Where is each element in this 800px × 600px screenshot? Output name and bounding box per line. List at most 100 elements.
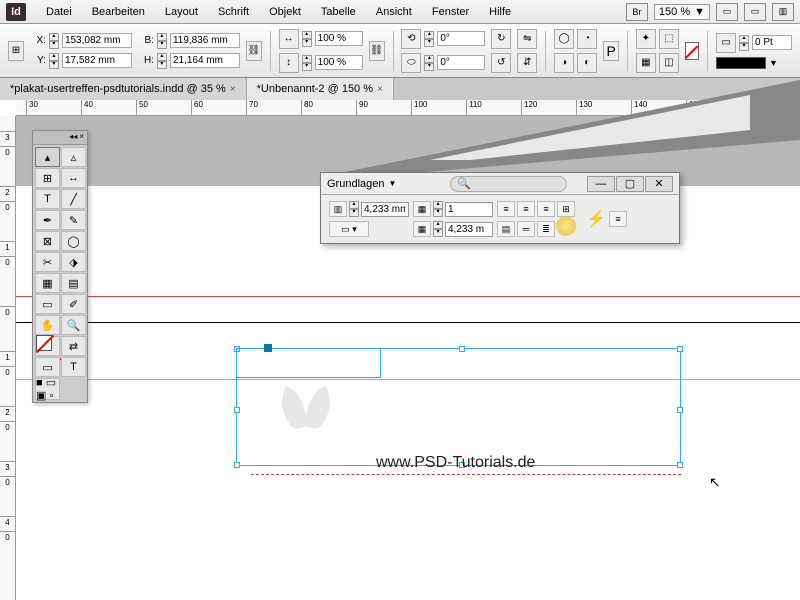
menu-objekt[interactable]: Objekt [259, 6, 311, 18]
hand-tool[interactable]: ✋ [35, 315, 60, 335]
fill-stroke-toggle[interactable] [35, 336, 60, 356]
anchor-point[interactable] [264, 344, 272, 352]
menu-hilfe[interactable]: Hilfe [479, 6, 521, 18]
h-up[interactable]: ▴ [157, 53, 167, 61]
resize-handle[interactable] [677, 346, 683, 352]
rotate-cw-button[interactable]: ↻ [491, 29, 511, 49]
close-icon[interactable]: × [230, 84, 236, 95]
eyedropper-tool[interactable]: ✐ [61, 294, 86, 314]
gutter-field[interactable] [361, 202, 409, 217]
resize-handle[interactable] [234, 407, 240, 413]
align-1[interactable]: ≡ [497, 201, 515, 217]
pathfinder-2[interactable]: ◔ [577, 29, 597, 49]
direct-selection-tool[interactable]: ▵ [61, 147, 86, 167]
fill-none-swatch[interactable] [685, 42, 699, 60]
align-7[interactable]: ≣ [537, 221, 555, 237]
y-field[interactable] [62, 53, 132, 68]
toolbox-header[interactable]: ◂◂× [33, 131, 87, 145]
toolbox-panel[interactable]: ◂◂× ▴ ▵ ⊞ ↔ T ╱ ✒ ✎ ⊠ ◯ ✂ ⬗ ▦ ▤ ▭ ✐ ✋ 🔍 … [32, 130, 88, 403]
rotate-field[interactable] [437, 31, 485, 46]
maximize-button[interactable]: ▢ [616, 176, 644, 192]
dropdown-icon[interactable]: ▭ ▾ [329, 221, 369, 237]
swap-fill-stroke[interactable]: ⇄ [61, 336, 86, 356]
gap-tool[interactable]: ↔ [61, 168, 86, 188]
inner-frame[interactable] [236, 348, 381, 378]
gradient-feather-tool[interactable]: ▤ [61, 273, 86, 293]
align-2[interactable]: ≡ [517, 201, 535, 217]
panel-menu-icon[interactable]: ≡ [609, 211, 627, 227]
x-up[interactable]: ▴ [49, 33, 59, 41]
flip-h-button[interactable]: ⇋ [517, 29, 537, 49]
resize-handle[interactable] [677, 407, 683, 413]
menu-tabelle[interactable]: Tabelle [311, 6, 366, 18]
effects-1[interactable]: ✦ [636, 29, 656, 49]
rectangle-frame-tool[interactable]: ⊠ [35, 231, 60, 251]
type-tool[interactable]: T [35, 189, 60, 209]
p-icon[interactable]: P [603, 41, 619, 61]
scissors-tool[interactable]: ✂ [35, 252, 60, 272]
shear-field[interactable] [437, 55, 485, 70]
menu-bearbeiten[interactable]: Bearbeiten [82, 6, 155, 18]
scale-x-field[interactable] [315, 31, 363, 46]
panel-search[interactable]: 🔍 [450, 176, 567, 192]
tab-plakat[interactable]: *plakat-usertreffen-psdtutorials.indd @ … [0, 78, 247, 100]
h-field[interactable] [170, 53, 240, 68]
stroke-weight-field[interactable] [752, 35, 792, 50]
vertical-ruler[interactable]: 3 0 2 0 1 0 0 1 0 2 0 3 0 4 0 [0, 116, 16, 600]
align-6[interactable]: ═ [517, 221, 535, 237]
zoom-tool[interactable]: 🔍 [61, 315, 86, 335]
resize-handle[interactable] [677, 462, 683, 468]
red-guide[interactable] [16, 296, 800, 297]
w-field[interactable] [170, 33, 240, 48]
menu-fenster[interactable]: Fenster [422, 6, 479, 18]
grundlagen-panel[interactable]: Grundlagen▼ 🔍 — ▢ ✕ ▥▴▾ ▭ ▾ ▦▴▾ ▦▴▾ ≡≡≡⊞… [320, 172, 680, 244]
menu-ansicht[interactable]: Ansicht [366, 6, 422, 18]
y-up[interactable]: ▴ [49, 53, 59, 61]
pathfinder-1[interactable]: ◯ [554, 29, 574, 49]
pencil-tool[interactable]: ✎ [61, 210, 86, 230]
selection-tool[interactable]: ▴ [35, 147, 60, 167]
gradient-swatch-tool[interactable]: ▦ [35, 273, 60, 293]
close-button[interactable]: ✕ [645, 176, 673, 192]
rotate-ccw-button[interactable]: ↺ [491, 53, 511, 73]
y-down[interactable]: ▾ [49, 61, 59, 69]
arrange-button[interactable]: ▭ [744, 3, 766, 21]
screen-mode-toggles[interactable]: ■ ▭ ▣ ▫ [35, 378, 60, 400]
stroke-color-swatch[interactable] [716, 57, 766, 69]
chevron-down-icon[interactable]: ▼ [389, 179, 397, 188]
ellipse-tool[interactable]: ◯ [61, 231, 86, 251]
pathfinder-3[interactable]: ◑ [554, 53, 574, 73]
workspace-button[interactable]: ▥ [772, 3, 794, 21]
free-transform-tool[interactable]: ⬗ [61, 252, 86, 272]
menu-schrift[interactable]: Schrift [208, 6, 259, 18]
menu-layout[interactable]: Layout [155, 6, 208, 18]
effects-3[interactable]: ▦ [636, 53, 656, 73]
scale-y-field[interactable] [315, 55, 363, 70]
apply-color[interactable]: ▭ [35, 357, 60, 377]
resize-handle[interactable] [234, 462, 240, 468]
h-down[interactable]: ▾ [157, 61, 167, 69]
pathfinder-4[interactable]: ◐ [577, 53, 597, 73]
column-count-field[interactable] [445, 202, 493, 217]
menu-datei[interactable]: Datei [36, 6, 82, 18]
apply-gradient[interactable]: T [61, 357, 86, 377]
align-3[interactable]: ≡ [537, 201, 555, 217]
resize-handle[interactable] [459, 346, 465, 352]
bridge-button[interactable]: Br [626, 3, 648, 21]
w-down[interactable]: ▾ [157, 41, 167, 49]
constrain-icon[interactable]: ⛓ [246, 41, 262, 61]
minimize-button[interactable]: — [587, 176, 615, 192]
align-5[interactable]: ▤ [497, 221, 515, 237]
zoom-level-select[interactable]: 150 % ▼ [654, 4, 710, 20]
x-down[interactable]: ▾ [49, 41, 59, 49]
column-gutter-field[interactable] [445, 222, 493, 237]
note-tool[interactable]: ▭ [35, 294, 60, 314]
effects-4[interactable]: ◫ [659, 53, 679, 73]
line-tool[interactable]: ╱ [61, 189, 86, 209]
align-4[interactable]: ⊞ [557, 201, 575, 217]
reference-point-icon[interactable]: ⊞ [8, 41, 24, 61]
flip-v-button[interactable]: ⇵ [517, 53, 537, 73]
effects-2[interactable]: ⬚ [659, 29, 679, 49]
pen-tool[interactable]: ✒ [35, 210, 60, 230]
x-field[interactable] [62, 33, 132, 48]
